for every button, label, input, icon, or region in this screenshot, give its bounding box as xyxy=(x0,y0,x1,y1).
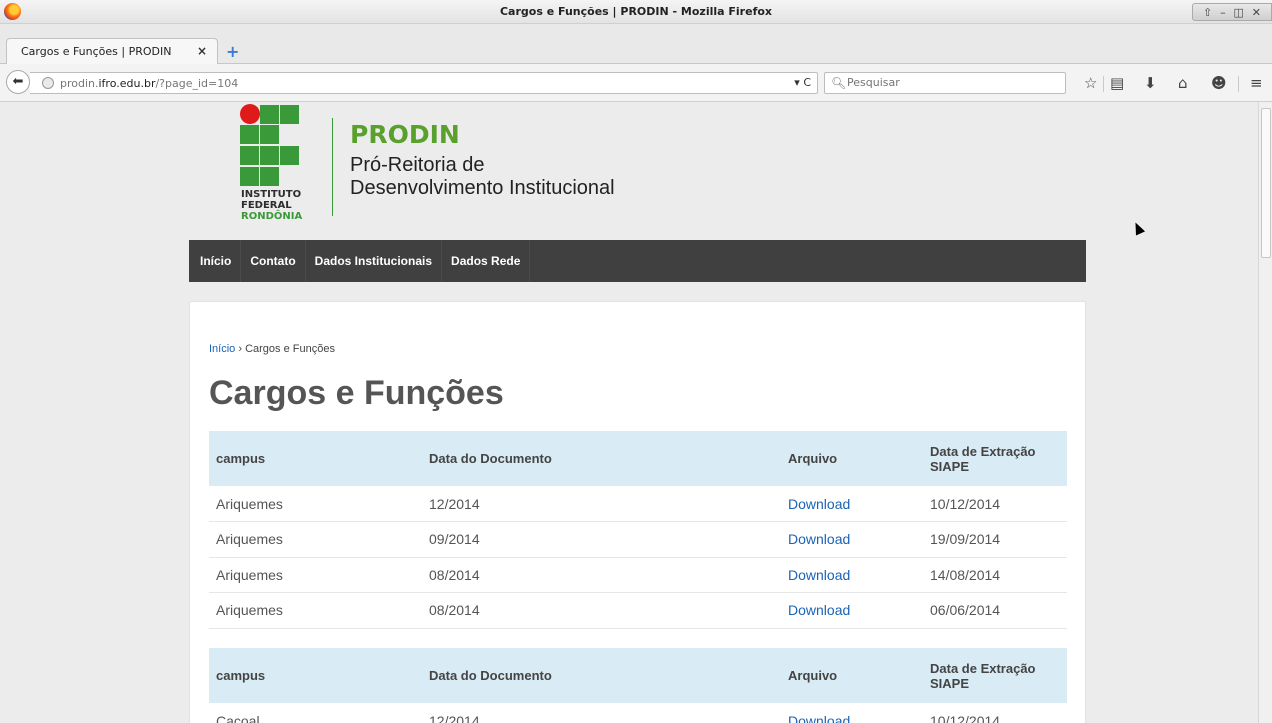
header-campus: campus xyxy=(209,648,422,703)
download-link[interactable]: Download xyxy=(788,531,850,547)
header-file: Arquivo xyxy=(781,431,923,486)
cell-campus: Ariquemes xyxy=(209,557,422,593)
header-divider xyxy=(332,118,333,216)
cell-campus: Cacoal xyxy=(209,703,422,723)
ifro-logo[interactable]: INSTITUTO FEDERAL RONDÔNIA xyxy=(240,104,310,229)
cell-date: 12/2014 xyxy=(422,486,781,522)
main-menu: Início Contato Dados Institucionais Dado… xyxy=(189,240,1086,282)
content-card: Início › Cargos e Funções Cargos e Funçõ… xyxy=(189,301,1086,723)
download-link[interactable]: Download xyxy=(788,496,850,512)
url-bar[interactable]: prodin.ifro.edu.br/?page_id=104 ▾ C xyxy=(30,72,818,94)
documents-table: campus Data do Documento Arquivo Data de… xyxy=(209,431,1067,629)
table-row: Ariquemes 08/2014 Download 14/08/2014 xyxy=(209,557,1067,593)
url-text[interactable]: prodin.ifro.edu.br/?page_id=104 xyxy=(60,77,238,90)
navigation-bar: prodin.ifro.edu.br/?page_id=104 ▾ C ⬅ 🔍︎… xyxy=(0,64,1272,102)
download-icon[interactable]: ⬇ xyxy=(1144,74,1157,92)
window-titlebar: Cargos e Funções | PRODIN - Mozilla Fire… xyxy=(0,0,1272,24)
header-extract-date: Data de Extração SIAPE xyxy=(923,431,1067,486)
window-shade-button[interactable]: ⇧ xyxy=(1203,6,1212,19)
url-reload-icon[interactable]: ▾ C xyxy=(794,76,811,89)
menu-item-contato[interactable]: Contato xyxy=(241,240,306,282)
cell-campus: Ariquemes xyxy=(209,592,422,629)
tab-strip: Cargos e Funções | PRODIN × + xyxy=(0,24,1272,64)
site-subtitle: Pró-Reitoria de Desenvolvimento Instituc… xyxy=(350,154,615,199)
header-date: Data do Documento xyxy=(422,648,781,703)
menu-icon[interactable]: ≡ xyxy=(1250,74,1263,92)
table-header-row: campus Data do Documento Arquivo Data de… xyxy=(209,648,1067,703)
breadcrumb: Início › Cargos e Funções xyxy=(209,343,335,355)
cell-extract-date: 10/12/2014 xyxy=(923,486,1067,522)
search-bar[interactable]: 🔍︎ xyxy=(824,72,1066,94)
site-title[interactable]: PRODIN xyxy=(350,120,460,149)
back-button[interactable]: ⬅ xyxy=(6,70,30,94)
page-viewport: INSTITUTO FEDERAL RONDÔNIA PRODIN Pró-Re… xyxy=(0,102,1258,723)
window-controls: ⇧ – ◫ ✕ xyxy=(1192,3,1272,21)
cell-campus: Ariquemes xyxy=(209,521,422,558)
header-extract-date: Data de Extração SIAPE xyxy=(923,648,1067,703)
page-scrollbar[interactable] xyxy=(1258,102,1272,723)
download-link[interactable]: Download xyxy=(788,713,850,723)
documents-table: campus Data do Documento Arquivo Data de… xyxy=(209,648,1067,723)
menu-item-inicio[interactable]: Início xyxy=(191,240,242,282)
cell-date: 12/2014 xyxy=(422,703,781,723)
tab-close-icon[interactable]: × xyxy=(197,44,207,58)
menu-item-dados-rede[interactable]: Dados Rede xyxy=(442,240,531,282)
window-title: Cargos e Funções | PRODIN - Mozilla Fire… xyxy=(499,5,773,18)
header-date: Data do Documento xyxy=(422,431,781,486)
site-identity-icon[interactable] xyxy=(42,77,54,89)
search-input[interactable] xyxy=(847,76,1047,89)
cell-extract-date: 06/06/2014 xyxy=(923,592,1067,629)
cell-campus: Ariquemes xyxy=(209,486,422,522)
window-maximize-button[interactable]: ◫ xyxy=(1233,6,1243,19)
hello-icon[interactable]: ☻ xyxy=(1211,74,1227,92)
new-tab-icon[interactable]: + xyxy=(226,42,239,61)
bookmark-star-icon[interactable]: ☆ xyxy=(1084,74,1097,92)
header-file: Arquivo xyxy=(781,648,923,703)
mouse-cursor-icon xyxy=(1130,220,1146,236)
cell-extract-date: 14/08/2014 xyxy=(923,557,1067,593)
reading-list-icon[interactable]: ▤ xyxy=(1110,74,1124,92)
cell-date: 08/2014 xyxy=(422,557,781,593)
scrollbar-thumb[interactable] xyxy=(1261,108,1271,258)
browser-tab[interactable]: Cargos e Funções | PRODIN × xyxy=(6,38,218,64)
home-icon[interactable]: ⌂ xyxy=(1178,74,1188,92)
header-campus: campus xyxy=(209,431,422,486)
cell-extract-date: 19/09/2014 xyxy=(923,521,1067,558)
cell-date: 09/2014 xyxy=(422,521,781,558)
table-row: Cacoal 12/2014 Download 10/12/2014 xyxy=(209,703,1067,723)
search-icon: 🔍︎ xyxy=(831,76,847,90)
window-close-button[interactable]: ✕ xyxy=(1252,6,1261,19)
menu-item-dados-institucionais[interactable]: Dados Institucionais xyxy=(306,240,443,282)
download-link[interactable]: Download xyxy=(788,567,850,583)
breadcrumb-current: Cargos e Funções xyxy=(245,343,335,355)
table-header-row: campus Data do Documento Arquivo Data de… xyxy=(209,431,1067,486)
window-minimize-button[interactable]: – xyxy=(1220,6,1226,19)
table-row: Ariquemes 09/2014 Download 19/09/2014 xyxy=(209,521,1067,558)
cell-date: 08/2014 xyxy=(422,592,781,629)
tab-label: Cargos e Funções | PRODIN xyxy=(21,45,172,58)
breadcrumb-home-link[interactable]: Início xyxy=(209,343,235,355)
table-row: Ariquemes 12/2014 Download 10/12/2014 xyxy=(209,486,1067,522)
page-title: Cargos e Funções xyxy=(209,374,504,412)
table-row: Ariquemes 08/2014 Download 06/06/2014 xyxy=(209,592,1067,629)
logo-red-dot xyxy=(240,104,260,124)
logo-text: INSTITUTO FEDERAL RONDÔNIA xyxy=(241,189,303,222)
download-link[interactable]: Download xyxy=(788,602,850,618)
cell-extract-date: 10/12/2014 xyxy=(923,703,1067,723)
